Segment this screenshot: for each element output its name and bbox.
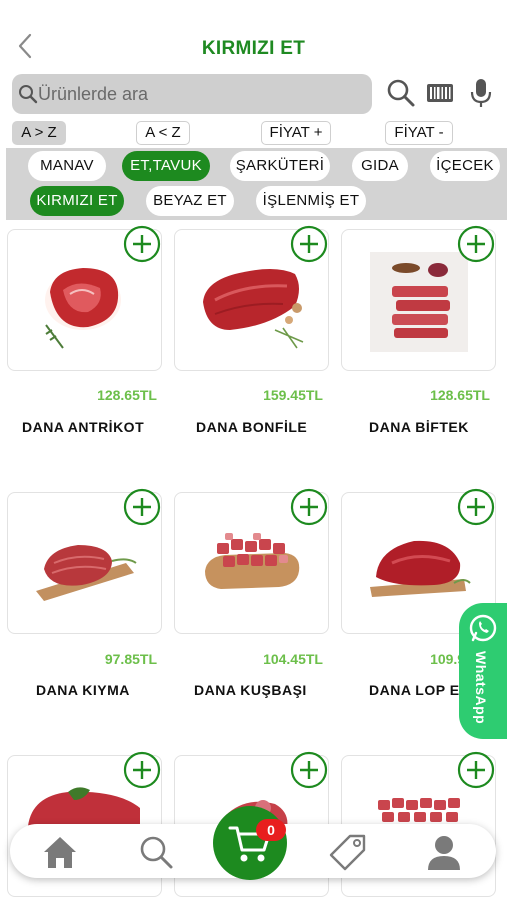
category-chip-et-tavuk[interactable]: ET,TAVUK: [122, 151, 210, 181]
cart-count-badge: 0: [256, 819, 286, 841]
add-to-cart-icon[interactable]: [123, 751, 161, 789]
add-to-cart-icon[interactable]: [123, 225, 161, 263]
product-price: 128.65TL: [97, 387, 157, 403]
add-to-cart-icon[interactable]: [457, 225, 495, 263]
tag-icon[interactable]: [328, 832, 368, 872]
product-price: 104.45TL: [263, 651, 323, 667]
category-chip-sarkuteri[interactable]: ŞARKÜTERİ: [230, 151, 330, 181]
whatsapp-button[interactable]: WhatsApp: [459, 603, 507, 739]
search-icon[interactable]: [384, 76, 418, 110]
app-header: KIRMIZI ET: [0, 0, 507, 72]
category-chip-icecek[interactable]: İÇECEK: [430, 151, 500, 181]
add-to-cart-icon[interactable]: [457, 751, 495, 789]
whatsapp-icon: [469, 614, 497, 642]
user-icon[interactable]: [424, 832, 464, 872]
whatsapp-label: WhatsApp: [473, 651, 489, 725]
search-icon[interactable]: [136, 832, 176, 872]
search-icon: [19, 85, 38, 104]
product-name: DANA KIYMA: [36, 682, 130, 698]
cart-button[interactable]: [213, 806, 287, 880]
add-to-cart-icon[interactable]: [290, 225, 328, 263]
barcode-icon[interactable]: [423, 76, 457, 110]
sort-z-a-button[interactable]: A < Z: [136, 121, 190, 145]
product-name: DANA BİFTEK: [369, 419, 469, 435]
category-chip-beyaz-et[interactable]: BEYAZ ET: [146, 186, 234, 216]
sort-price-desc-button[interactable]: FİYAT -: [385, 121, 453, 145]
product-price: 97.85TL: [104, 651, 157, 667]
product-price: 159.45TL: [263, 387, 323, 403]
home-icon[interactable]: [40, 832, 80, 872]
category-chip-islenmis-et[interactable]: İŞLENMİŞ ET: [256, 186, 366, 216]
product-name: DANA KUŞBAŞI: [194, 682, 307, 698]
product-name: DANA LOP ET: [369, 682, 469, 698]
category-chip-kirmizi-et[interactable]: KIRMIZI ET: [30, 186, 124, 216]
product-name: DANA ANTRİKOT: [22, 419, 145, 435]
sort-options: A > Z A < Z FİYAT + FİYAT -: [0, 121, 507, 147]
category-chip-gida[interactable]: GIDA: [352, 151, 408, 181]
sort-a-z-button[interactable]: A > Z: [12, 121, 66, 145]
add-to-cart-icon[interactable]: [457, 488, 495, 526]
search-box[interactable]: [12, 74, 372, 114]
microphone-icon[interactable]: [464, 76, 498, 110]
product-price: 128.65TL: [430, 387, 490, 403]
add-to-cart-icon[interactable]: [123, 488, 161, 526]
category-chip-manav[interactable]: MANAV: [28, 151, 106, 181]
search-input[interactable]: [38, 78, 364, 110]
add-to-cart-icon[interactable]: [290, 751, 328, 789]
category-panel: MANAV ET,TAVUK ŞARKÜTERİ GIDA İÇECEK KIR…: [6, 148, 507, 220]
page-title: KIRMIZI ET: [201, 38, 306, 59]
sort-price-asc-button[interactable]: FİYAT +: [261, 121, 331, 145]
product-name: DANA BONFİLE: [196, 419, 308, 435]
search-row: [12, 74, 497, 116]
add-to-cart-icon[interactable]: [290, 488, 328, 526]
